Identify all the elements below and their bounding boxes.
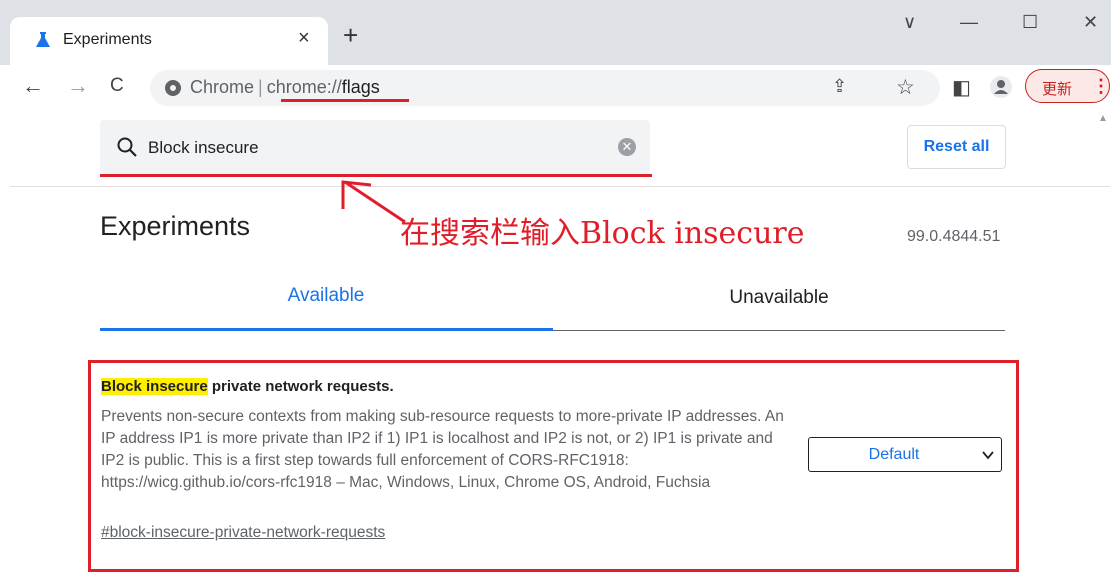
- select-value: Default: [868, 446, 920, 463]
- tab-active-indicator: [100, 328, 553, 331]
- back-icon[interactable]: ←: [22, 73, 44, 99]
- url-annotation-underline: [281, 99, 409, 102]
- experiment-title: Block insecure private network requests.: [101, 378, 394, 395]
- chrome-icon: [165, 80, 181, 96]
- minimize-icon[interactable]: —: [960, 12, 978, 33]
- experiment-title-rest: private network requests.: [207, 378, 394, 395]
- url-scheme: chrome://: [266, 77, 342, 97]
- close-window-icon[interactable]: ✕: [1083, 12, 1098, 33]
- search-input[interactable]: [148, 133, 608, 163]
- address-separator: |: [258, 77, 263, 97]
- tab-title: Experiments: [63, 31, 152, 48]
- tab-close-icon[interactable]: ×: [298, 27, 310, 50]
- page-title: Experiments: [100, 211, 251, 241]
- address-text: Chrome | chrome://flags: [190, 77, 380, 98]
- chevron-down-icon: [982, 451, 994, 460]
- search-icon: [117, 137, 137, 157]
- annotation-text: 在搜索栏输入Block insecure: [400, 216, 805, 251]
- reload-icon[interactable]: C: [110, 75, 124, 97]
- search-bar: ✕: [100, 120, 650, 175]
- forward-icon[interactable]: →: [67, 73, 89, 99]
- url-path: flags: [341, 77, 380, 97]
- tab-search-chevron-icon[interactable]: ∨: [903, 12, 916, 33]
- address-bar[interactable]: Chrome | chrome://flags ⇪ ☆: [150, 70, 940, 106]
- reset-all-button[interactable]: Reset all: [907, 125, 1006, 169]
- tab-unavailable[interactable]: Unavailable: [553, 287, 1005, 309]
- flask-icon: [36, 32, 50, 47]
- tab-strip: Experiments × + ∨ — ☐ ✕: [0, 0, 1111, 65]
- site-label: Chrome: [190, 77, 255, 97]
- experiment-state-select[interactable]: Default: [808, 437, 1002, 472]
- experiment-card: Block insecure private network requests.…: [88, 360, 1019, 572]
- update-button[interactable]: 更新 ⋮: [1025, 69, 1110, 103]
- browser-toolbar: ← → C Chrome | chrome://flags ⇪ ☆ ◧ 更新 ⋮: [0, 65, 1111, 110]
- scrollbar-up-arrow-icon[interactable]: ▲: [1098, 113, 1108, 124]
- version-label: 99.0.4844.51: [907, 228, 1001, 245]
- experiment-title-highlight: Block insecure: [101, 378, 208, 395]
- side-panel-icon[interactable]: ◧: [952, 75, 971, 100]
- url: chrome://flags: [267, 77, 380, 97]
- update-label: 更新: [1042, 81, 1073, 98]
- experiment-description: Prevents non-secure contexts from making…: [101, 408, 784, 491]
- menu-dots-icon[interactable]: ⋮: [1092, 76, 1110, 97]
- header-divider: [10, 186, 1110, 187]
- annotation-arrow-icon: [341, 180, 406, 224]
- tab-experiments[interactable]: Experiments ×: [10, 17, 328, 65]
- restore-icon[interactable]: ☐: [1022, 12, 1038, 33]
- share-icon[interactable]: ⇪: [832, 76, 847, 97]
- flags-page: ✕ Reset all 在搜索栏输入Block insecure Experim…: [0, 110, 1111, 581]
- bookmark-star-icon[interactable]: ☆: [896, 75, 915, 100]
- new-tab-button[interactable]: +: [343, 22, 358, 48]
- profile-avatar-icon[interactable]: [990, 76, 1012, 98]
- experiment-permalink[interactable]: #block-insecure-private-network-requests: [101, 524, 385, 542]
- clear-search-icon[interactable]: ✕: [618, 138, 636, 156]
- tab-available[interactable]: Available: [100, 285, 552, 307]
